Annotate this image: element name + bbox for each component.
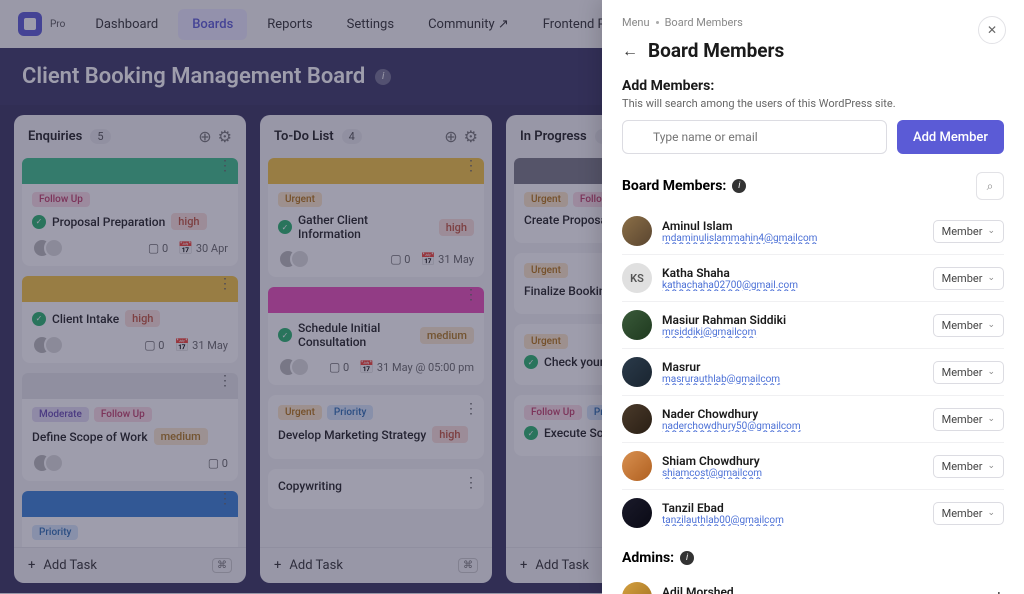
member-row: Nader Chowdhury naderchowdhury50@gmailco… (622, 396, 1004, 443)
member-row: Masrur masrurauthlab@gmailcom Member⌄ (622, 349, 1004, 396)
member-email[interactable]: tanzilauthlab00@gmailcom (662, 515, 923, 526)
member-name: Nader Chowdhury (662, 407, 923, 421)
close-icon[interactable]: ✕ (978, 16, 1006, 44)
add-members-heading: Add Members: (622, 78, 1004, 94)
add-admin-icon[interactable]: + (994, 587, 1004, 594)
avatar[interactable] (622, 404, 652, 434)
avatar[interactable] (622, 582, 652, 594)
member-name: Tanzil Ebad (662, 501, 923, 515)
member-name: Adil Morshed (662, 585, 984, 594)
chevron-down-icon: ⌄ (987, 273, 995, 283)
member-name: Katha Shaha (662, 266, 923, 280)
panel-title: Board Members (648, 39, 784, 62)
chevron-down-icon: ⌄ (987, 508, 995, 518)
member-search-input[interactable] (622, 120, 887, 154)
member-email[interactable]: mdaminulislammahin4@gmailcom (662, 233, 923, 244)
member-row: KS Katha Shaha kathachaha02700@gmail.com… (622, 255, 1004, 302)
member-row: Shiam Chowdhury shiamcost@gmailcom Membe… (622, 443, 1004, 490)
board-members-panel: ✕ Menu Board Members ← Board Members Add… (602, 0, 1024, 594)
admins-heading: Admins: (622, 550, 674, 566)
chevron-down-icon: ⌄ (987, 320, 995, 330)
member-name: Aminul Islam (662, 219, 923, 233)
role-dropdown[interactable]: Member⌄ (933, 502, 1004, 525)
role-dropdown[interactable]: Member⌄ (933, 267, 1004, 290)
member-row: Tanzil Ebad tanzilauthlab00@gmailcom Mem… (622, 490, 1004, 536)
member-name: Masiur Rahman Siddiki (662, 313, 923, 327)
add-members-subtext: This will search among the users of this… (622, 97, 1004, 110)
member-email[interactable]: shiamcost@gmailcom (662, 468, 923, 479)
breadcrumb: Menu Board Members (622, 16, 1004, 29)
admin-list: Adil Morshed adilmorshed075@gmailcom + (622, 574, 1004, 594)
admin-row: Adil Morshed adilmorshed075@gmailcom + (622, 574, 1004, 594)
back-arrow-icon[interactable]: ← (622, 41, 638, 61)
role-dropdown[interactable]: Member⌄ (933, 361, 1004, 384)
add-member-button[interactable]: Add Member (897, 120, 1004, 154)
avatar[interactable] (622, 216, 652, 246)
avatar[interactable] (622, 451, 652, 481)
role-dropdown[interactable]: Member⌄ (933, 314, 1004, 337)
breadcrumb-separator (656, 21, 659, 24)
member-row: Masiur Rahman Siddiki mrsiddiki@gmailcom… (622, 302, 1004, 349)
chevron-down-icon: ⌄ (987, 414, 995, 424)
breadcrumb-current: Board Members (665, 16, 743, 29)
role-dropdown[interactable]: Member⌄ (933, 220, 1004, 243)
avatar[interactable] (622, 310, 652, 340)
member-name: Shiam Chowdhury (662, 454, 923, 468)
chevron-down-icon: ⌄ (987, 461, 995, 471)
avatar[interactable]: KS (622, 263, 652, 293)
chevron-down-icon: ⌄ (987, 367, 995, 377)
member-email[interactable]: naderchowdhury50@gmailcom (662, 421, 923, 432)
breadcrumb-menu[interactable]: Menu (622, 16, 650, 29)
search-icon[interactable]: ⌕ (976, 172, 1004, 200)
member-name: Masrur (662, 360, 923, 374)
chevron-down-icon: ⌄ (987, 226, 995, 236)
member-email[interactable]: mrsiddiki@gmailcom (662, 327, 923, 338)
member-email[interactable]: masrurauthlab@gmailcom (662, 374, 923, 385)
role-dropdown[interactable]: Member⌄ (933, 408, 1004, 431)
info-icon[interactable]: i (680, 551, 694, 565)
member-row: Aminul Islam mdaminulislammahin4@gmailco… (622, 208, 1004, 255)
member-list: Aminul Islam mdaminulislammahin4@gmailco… (622, 208, 1004, 536)
board-members-heading: Board Members: (622, 178, 726, 194)
role-dropdown[interactable]: Member⌄ (933, 455, 1004, 478)
avatar[interactable] (622, 357, 652, 387)
info-icon[interactable]: i (732, 179, 746, 193)
avatar[interactable] (622, 498, 652, 528)
member-email[interactable]: kathachaha02700@gmail.com (662, 280, 923, 291)
